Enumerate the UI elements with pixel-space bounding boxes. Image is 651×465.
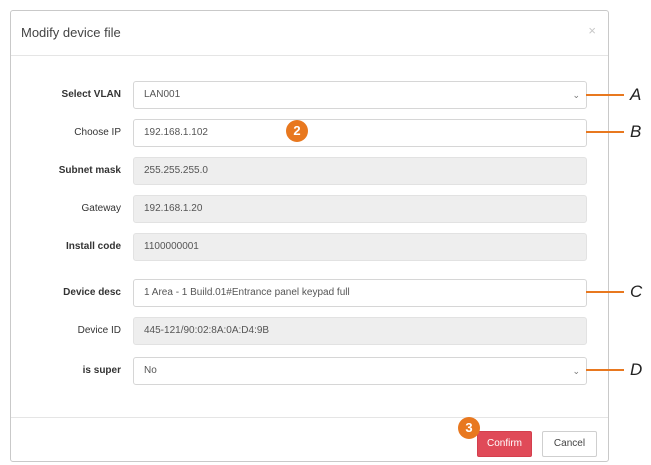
callout-line-c [586,291,624,293]
callout-line-b [586,131,624,133]
subnet-label: Subnet mask [58,165,121,176]
chevron-down-icon: ⌄ [572,366,580,376]
device-desc-input[interactable]: 1 Area - 1 Build.01#Entrance panel keypa… [133,279,587,307]
device-id-field: 445-121/90:02:8A:0A:D4:9B [133,317,587,345]
step-badge-3: 3 [458,417,480,439]
step-badge-2: 2 [286,120,308,142]
callout-letter-d: D [630,360,643,379]
ip-input[interactable]: 192.168.1.102 [133,119,587,147]
form-row-device-id: Device ID 445-121/90:02:8A:0A:D4:9B [11,317,608,347]
cancel-button[interactable]: Cancel [542,431,597,457]
is-super-label: is super [82,365,121,376]
dialog-title: Modify device file [21,25,121,40]
form-row-ip: Choose IP 192.168.1.102 [11,119,608,149]
install-code-label: Install code [65,241,121,252]
device-desc-label: Device desc [63,287,121,298]
install-code-field: 1100000001 [133,233,587,261]
ip-label: Choose IP [74,127,121,138]
dialog-header: Modify device file × [11,11,608,56]
modify-device-dialog: Modify device file × Select VLAN LAN001 … [10,10,609,462]
form-row-device-desc: Device desc 1 Area - 1 Build.01#Entrance… [11,279,608,309]
confirm-button[interactable]: Confirm [477,431,532,457]
gateway-field: 192.168.1.20 [133,195,587,223]
is-super-select[interactable]: No ⌄ [133,357,587,385]
callout-line-d [586,369,624,371]
gateway-label: Gateway [81,203,121,214]
vlan-value: LAN001 [144,89,181,100]
callout-letter-c: C [630,282,643,301]
form-row-subnet: Subnet mask 255.255.255.0 [11,157,608,187]
vlan-select[interactable]: LAN001 ⌄ [133,81,587,109]
form-row-install-code: Install code 1100000001 [11,233,608,263]
subnet-field: 255.255.255.0 [133,157,587,185]
callout-line-a [586,94,624,96]
callout-letter-a: A [630,85,642,104]
dialog-footer: Confirm Cancel [11,417,608,462]
form-row-gateway: Gateway 192.168.1.20 [11,195,608,225]
form-row-is-super: is super No ⌄ [11,357,608,387]
chevron-down-icon: ⌄ [572,90,580,100]
close-icon[interactable]: × [588,24,596,37]
vlan-label: Select VLAN [61,89,121,100]
device-id-label: Device ID [77,325,121,336]
is-super-value: No [144,365,157,376]
form-row-vlan: Select VLAN LAN001 ⌄ [11,81,608,111]
callout-letter-b: B [630,122,642,141]
